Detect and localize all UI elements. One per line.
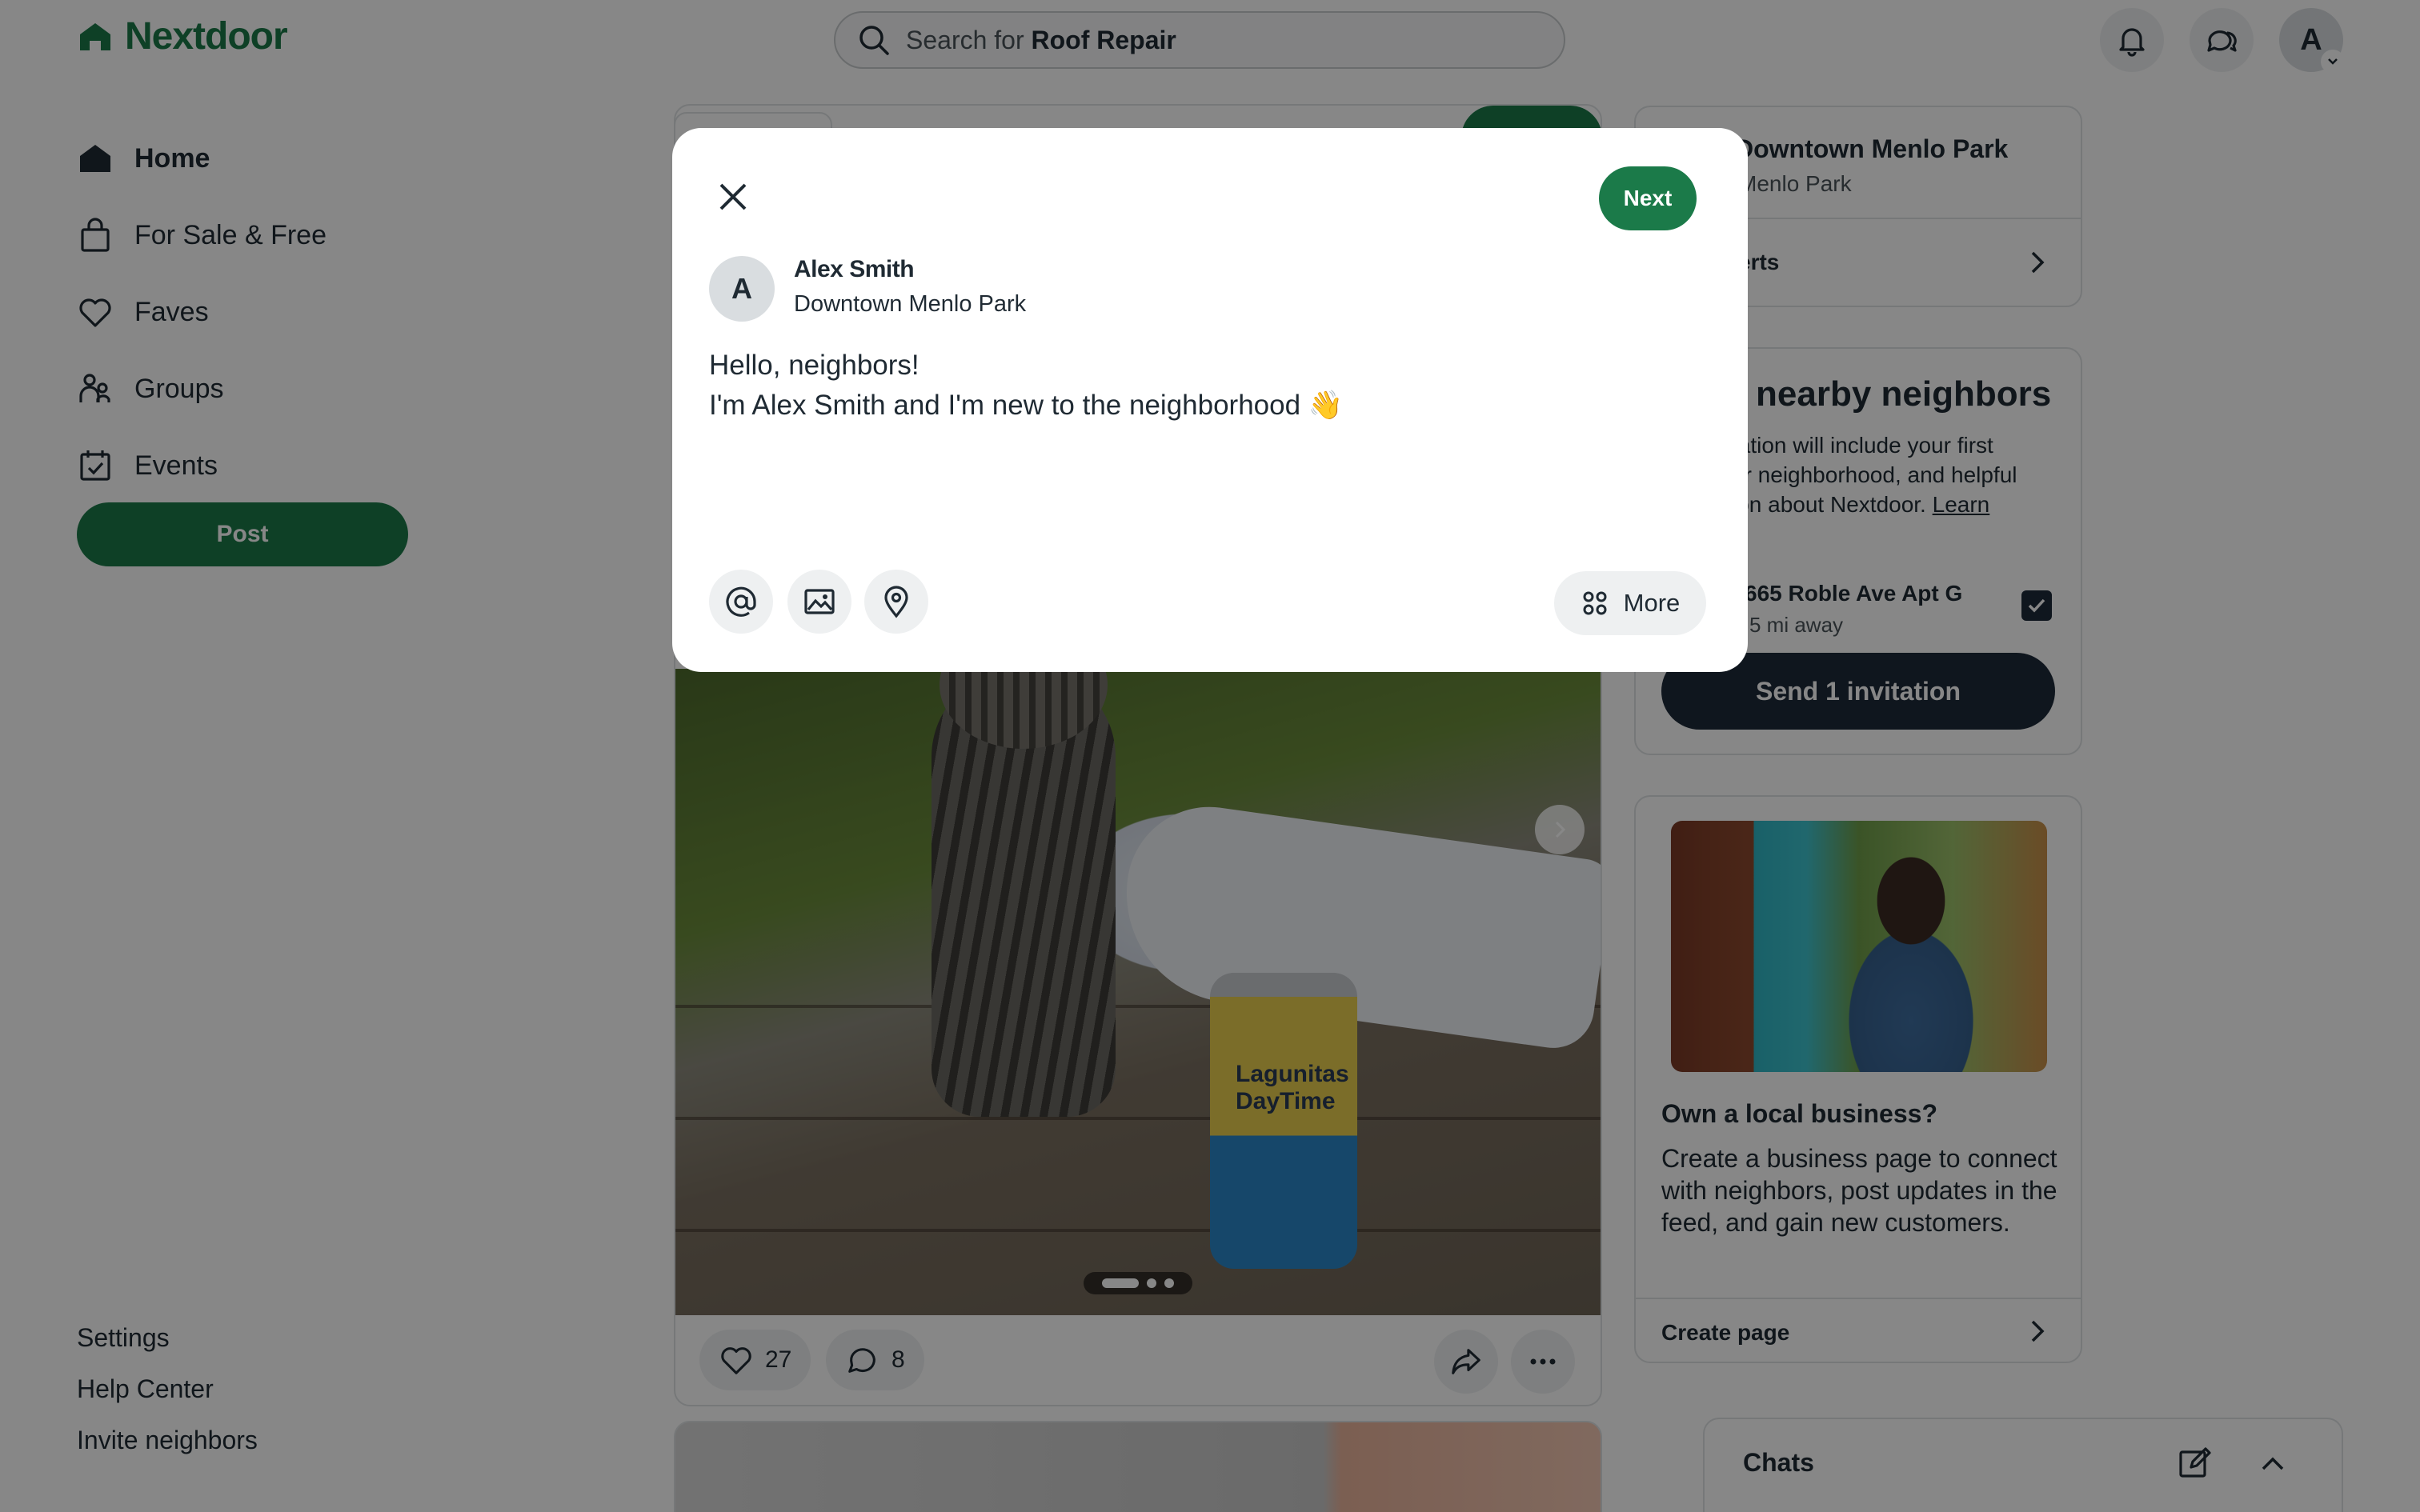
post-text-line: I'm Alex Smith and I'm new to the neighb…	[709, 390, 1344, 421]
location-pin-icon	[884, 586, 908, 618]
author-name: Alex Smith	[794, 256, 915, 282]
add-photo-button[interactable]	[787, 570, 851, 634]
close-button[interactable]	[704, 168, 762, 226]
more-label: More	[1623, 589, 1681, 617]
post-text-area[interactable]: Hello, neighbors! I'm Alex Smith and I'm…	[709, 346, 1669, 426]
author-avatar: A	[709, 256, 775, 322]
post-text-line: Hello, neighbors!	[709, 350, 920, 381]
add-location-button[interactable]	[864, 570, 928, 634]
next-button[interactable]: Next	[1599, 166, 1697, 230]
close-icon	[719, 183, 747, 210]
more-options-button[interactable]: More	[1554, 571, 1706, 635]
mention-button[interactable]	[709, 570, 773, 634]
compose-post-modal: Next A Alex Smith Downtown Menlo Park He…	[672, 128, 1748, 672]
author-neighborhood[interactable]: Downtown Menlo Park	[794, 291, 1026, 318]
at-sign-icon	[726, 586, 756, 617]
grid-icon	[1583, 591, 1607, 615]
image-icon	[804, 589, 835, 614]
